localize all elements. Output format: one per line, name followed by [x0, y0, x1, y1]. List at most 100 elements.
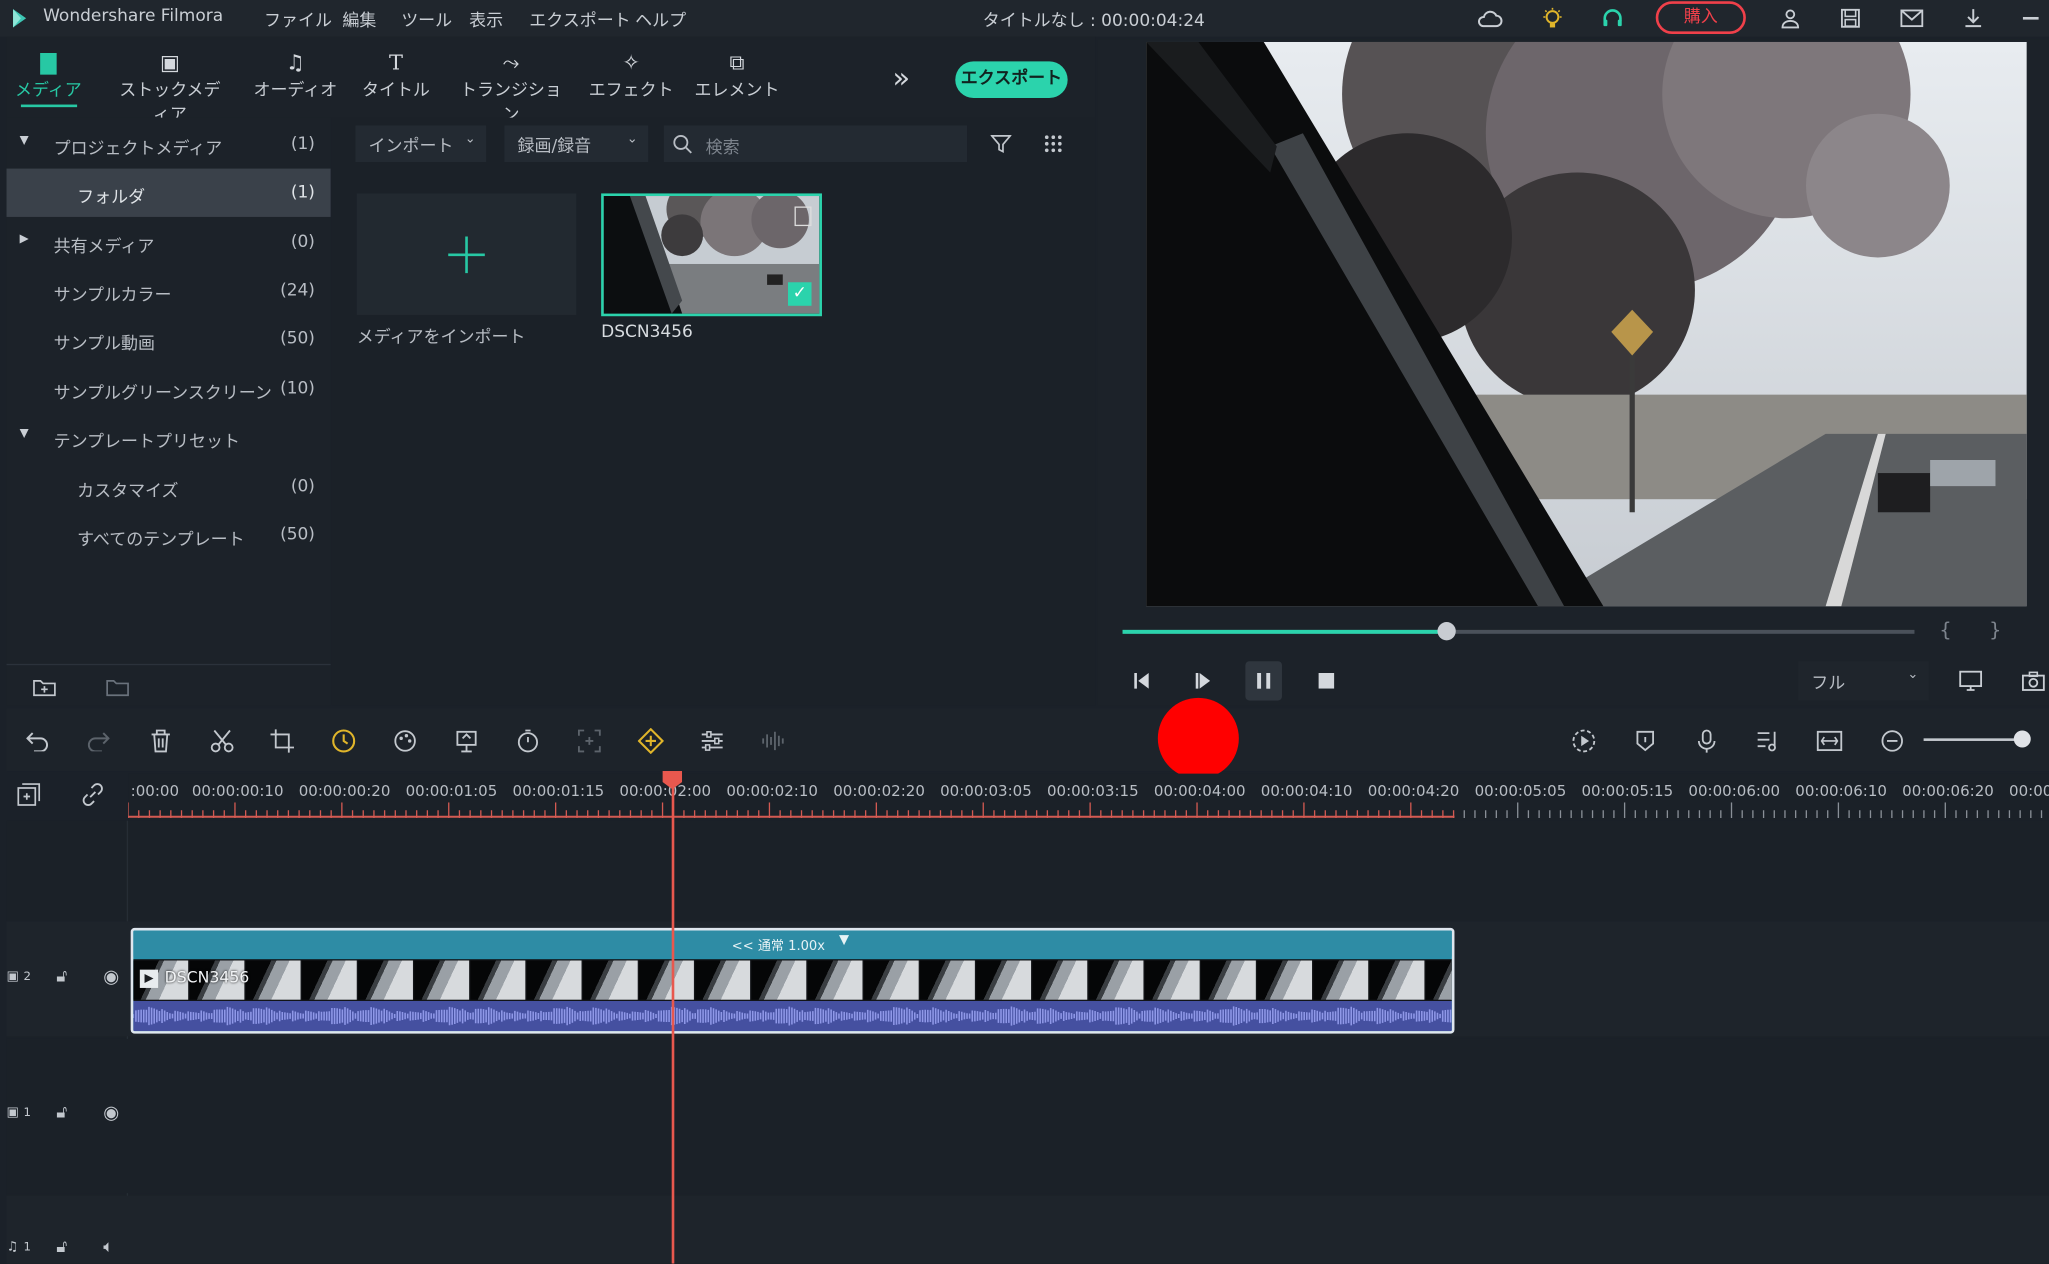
- add-track-icon[interactable]: [14, 781, 43, 807]
- marker-shield-icon[interactable]: [1628, 725, 1662, 756]
- audio-waveform-icon[interactable]: [757, 725, 791, 756]
- mail-icon[interactable]: [1896, 4, 1927, 33]
- playback-progress-fill: [1122, 629, 1448, 634]
- lightbulb-icon[interactable]: [1537, 4, 1568, 33]
- undo-icon[interactable]: [21, 725, 55, 756]
- download-icon[interactable]: [1958, 4, 1989, 33]
- zoom-slider-knob[interactable]: [2013, 730, 2031, 748]
- mark-out-icon[interactable]: }: [1989, 618, 2001, 642]
- stop-icon[interactable]: [1311, 666, 1342, 695]
- menu-edit[interactable]: 編集: [342, 7, 376, 32]
- tab-effects[interactable]: ✧ エフェクト: [576, 50, 686, 107]
- media-thumbnail-dscn3456[interactable]: ✓: [601, 193, 822, 317]
- cloud-icon[interactable]: [1474, 4, 1505, 33]
- keyframe-diamond-icon[interactable]: [634, 725, 668, 756]
- library-item-sample-colors[interactable]: サンプルカラー (24): [7, 267, 331, 315]
- menu-help[interactable]: ヘルプ: [635, 7, 686, 32]
- menu-view[interactable]: 表示: [469, 7, 503, 32]
- crop-icon[interactable]: [265, 725, 299, 756]
- import-media-tile[interactable]: [356, 193, 577, 315]
- duration-timer-icon[interactable]: [511, 725, 545, 756]
- grid-view-icon[interactable]: [1039, 129, 1068, 158]
- minimize-icon[interactable]: [2022, 16, 2039, 19]
- search-input[interactable]: 検索: [663, 125, 968, 163]
- adjust-sliders-icon[interactable]: [695, 725, 729, 756]
- redo-icon[interactable]: [81, 725, 115, 756]
- delete-icon[interactable]: [144, 725, 178, 756]
- ruler-timecode: 00:00:04:20: [1367, 781, 1460, 800]
- ruler-timecode: 00:00:06:00: [1688, 781, 1781, 800]
- zoom-out-icon[interactable]: [1875, 725, 1909, 756]
- filter-icon[interactable]: [988, 129, 1014, 158]
- library-item-sample-greenscreen[interactable]: サンプルグリーンスクリーン (10): [7, 365, 331, 413]
- ruler-timecode: 00:00:03:15: [1046, 781, 1139, 800]
- account-icon[interactable]: [1775, 4, 1806, 33]
- timeline-toolbar: [6, 708, 2049, 772]
- mark-in-icon[interactable]: {: [1939, 618, 1951, 642]
- pause-button[interactable]: [1245, 661, 1282, 701]
- timeline-clip-dscn3456[interactable]: << 通常 1.00x ▼ ▶ DSCN3456: [130, 927, 1455, 1034]
- track-index: 2: [23, 970, 32, 985]
- timeline-playhead[interactable]: [671, 781, 674, 1264]
- library-item-sample-videos[interactable]: サンプル動画 (50): [7, 315, 331, 363]
- save-icon[interactable]: [1835, 4, 1866, 33]
- snapshot-camera-icon[interactable]: [2019, 666, 2048, 695]
- audio-mixer-icon[interactable]: [450, 725, 484, 756]
- tab-transitions[interactable]: ⤳ トランジション: [456, 50, 566, 126]
- title-text-icon: T: [388, 49, 403, 75]
- export-button[interactable]: エクスポート: [955, 61, 1068, 99]
- buy-button[interactable]: 購入: [1655, 1, 1746, 34]
- library-item-shared-media[interactable]: ▶ 共有メディア (0): [7, 218, 331, 266]
- fit-timeline-icon[interactable]: [1813, 725, 1847, 756]
- tab-elements[interactable]: ⧉ エレメント: [682, 50, 792, 107]
- step-back-icon[interactable]: [1126, 666, 1157, 695]
- new-folder-icon[interactable]: [30, 674, 59, 700]
- more-tabs-chevron-icon[interactable]: »: [893, 63, 911, 96]
- speed-chevron-down-icon[interactable]: ▼: [839, 933, 849, 947]
- speaker-icon[interactable]: 🔈︎: [103, 1238, 113, 1258]
- zoom-slider-track[interactable]: [1923, 738, 2029, 741]
- clip-play-icon: ▶: [139, 969, 159, 988]
- import-dropdown[interactable]: インポート ⌄: [355, 125, 487, 163]
- ruler-timecode: 00:00:02:10: [726, 781, 819, 800]
- import-label: インポート: [368, 137, 454, 157]
- cut-scissors-icon[interactable]: [205, 725, 239, 756]
- library-item-folder[interactable]: フォルダ (1): [6, 168, 331, 217]
- library-item-customize[interactable]: カスタマイズ (0): [7, 463, 331, 511]
- playback-progress-track[interactable]: [1122, 622, 1915, 641]
- eye-icon[interactable]: ◉: [103, 1103, 119, 1124]
- library-item-all-templates[interactable]: すべてのテンプレート (50): [7, 511, 331, 559]
- color-palette-icon[interactable]: [388, 725, 422, 756]
- eye-icon[interactable]: ◉: [103, 967, 119, 988]
- collapse-triangle-icon[interactable]: ▼: [20, 427, 29, 440]
- play-icon[interactable]: [1188, 666, 1219, 695]
- menu-tools[interactable]: ツール: [401, 7, 452, 32]
- tab-titles[interactable]: T タイトル: [341, 50, 451, 107]
- voiceover-list-icon[interactable]: [1751, 725, 1785, 756]
- link-icon[interactable]: [78, 781, 107, 807]
- lock-icon[interactable]: 🔓︎: [56, 1238, 67, 1258]
- menu-file[interactable]: ファイル: [264, 7, 332, 32]
- render-preview-icon[interactable]: [1567, 725, 1601, 756]
- library-item-project-media[interactable]: ▼ プロジェクトメディア (1): [7, 120, 331, 168]
- microphone-icon[interactable]: [1690, 725, 1724, 756]
- quality-dropdown[interactable]: フル ⌄: [1798, 661, 1929, 701]
- expand-triangle-icon[interactable]: ▶: [20, 233, 29, 246]
- tab-stock-media[interactable]: ▣ ストックメディア: [114, 50, 226, 126]
- tab-audio[interactable]: ♫ オーディオ: [240, 50, 350, 107]
- display-monitor-icon[interactable]: [1955, 666, 1986, 695]
- record-dropdown[interactable]: 録画/録音 ⌄: [504, 125, 649, 163]
- lock-icon[interactable]: 🔓︎: [56, 1103, 67, 1123]
- timeline-ruler[interactable]: :00:00 00:00:00:10 00:00:00:20 00:00:01:05 0…: [128, 773, 2049, 821]
- headset-icon[interactable]: [1597, 4, 1628, 33]
- folder-outline-icon[interactable]: [103, 674, 132, 700]
- menu-export[interactable]: エクスポート: [529, 7, 630, 32]
- filmstrip-frame: [1425, 960, 1452, 1000]
- lock-icon[interactable]: 🔓︎: [56, 967, 67, 987]
- speed-icon[interactable]: [327, 725, 361, 756]
- library-item-label: サンプルカラー: [53, 286, 172, 306]
- fit-frame-icon[interactable]: [572, 725, 606, 756]
- library-item-template-presets[interactable]: ▼ テンプレートプリセット: [7, 413, 331, 461]
- tab-media[interactable]: ▇ メディア: [0, 50, 103, 107]
- collapse-triangle-icon[interactable]: ▼: [20, 135, 29, 148]
